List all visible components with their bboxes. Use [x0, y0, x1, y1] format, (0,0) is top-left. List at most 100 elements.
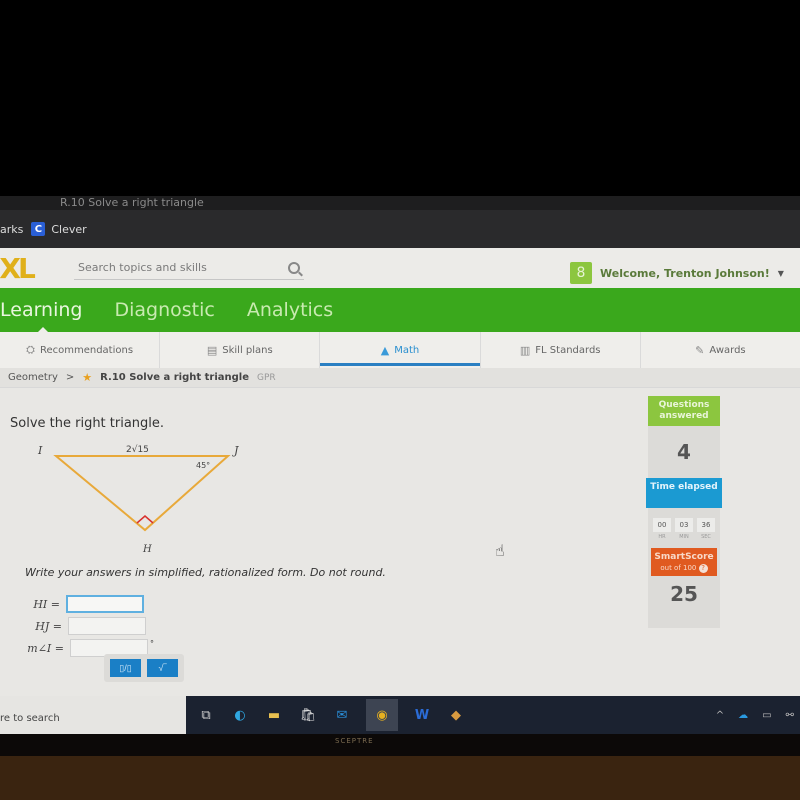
timer: 00 03 36 [648, 518, 720, 532]
answer-label: HJ = [35, 619, 62, 633]
subnav-label: Skill plans [222, 344, 273, 356]
questions-answered-count: 4 [677, 440, 691, 464]
fraction-button[interactable]: ▯/▯ [110, 659, 141, 677]
timer-seconds: 36 [697, 518, 715, 532]
system-tray: ^ ☁ ▭ ⚯ [716, 710, 800, 721]
bookmark-clever[interactable]: C Clever [31, 222, 87, 236]
ixl-page: IXL 8 Welcome, Trenton Johnson! ▼ Learni… [0, 248, 800, 696]
package-icon[interactable]: ◆ [446, 705, 466, 725]
tab-diagnostic[interactable]: Diagnostic [115, 299, 215, 321]
right-angle-marker [136, 515, 154, 524]
subnav-label: FL Standards [535, 344, 601, 356]
ixl-logo[interactable]: IXL [0, 252, 36, 285]
math-keypad: ▯/▯ √‾ [104, 654, 184, 682]
bookmarks-bar: arks C Clever [0, 210, 800, 248]
monitor-bezel [0, 734, 800, 756]
clever-icon: C [31, 222, 46, 236]
vertex-i-label: I [37, 444, 43, 457]
windows-taskbar: re to search ⧉ ◐ ▬ 🛍 ✉ ◉ W ◆ ^ ☁ ▭ ⚯ [0, 696, 800, 734]
subnav-math[interactable]: ▲ Math [320, 332, 481, 368]
triangle-diagram: I J H 2√15 45° [37, 444, 239, 555]
chrome-icon[interactable]: ◉ [366, 699, 398, 731]
question-area: Solve the right triangle. I J H 2√15 45°… [0, 388, 640, 696]
subnav-skill-plans[interactable]: ▤ Skill plans [160, 332, 321, 368]
subnav-recommendations[interactable]: ⛭ Recommendations [0, 332, 161, 368]
breadcrumb-skill: R.10 Solve a right triangle [100, 372, 250, 383]
user-icon: 8 [570, 262, 592, 284]
search-input[interactable] [78, 261, 268, 274]
vertex-h-label: H [142, 544, 152, 555]
vertex-j-label: J [232, 444, 239, 457]
photo-of-monitor: R.10 Solve a right triangle arks C Cleve… [0, 0, 800, 800]
smartscore-value: 25 [670, 582, 698, 606]
timer-minutes: 03 [675, 518, 693, 532]
smartscore-label: SmartScore [654, 552, 714, 562]
subnav-label: Math [394, 344, 420, 356]
store-icon[interactable]: 🛍 [298, 705, 318, 725]
network-icon[interactable]: ⚯ [786, 710, 794, 721]
hj-input[interactable] [68, 617, 146, 635]
user-menu[interactable]: 8 Welcome, Trenton Johnson! ▼ [570, 262, 784, 284]
answer-row-hj: HJ = [20, 617, 146, 635]
file-explorer-icon[interactable]: ▬ [264, 705, 284, 725]
star-icon: ★ [82, 371, 93, 384]
standards-clipboard-icon: ▥ [519, 343, 531, 357]
timer-units: HR MIN SEC [648, 534, 720, 540]
task-view-icon[interactable]: ⧉ [196, 705, 216, 725]
sub-nav: ⛭ Recommendations ▤ Skill plans ▲ Math ▥… [0, 332, 800, 368]
answer-label: HI = [33, 597, 60, 611]
logo-xl: XL [0, 252, 36, 285]
awards-icon: ✎ [695, 343, 705, 357]
subnav-label: Awards [709, 344, 746, 356]
main-nav: Learning Diagnostic Analytics [0, 288, 800, 335]
tab-analytics[interactable]: Analytics [247, 299, 333, 321]
breadcrumb: Geometry > ★ R.10 Solve a right triangle… [0, 368, 800, 388]
browser-tab-title[interactable]: R.10 Solve a right triangle [60, 196, 204, 209]
welcome-text: Welcome, Trenton Johnson! [600, 266, 770, 280]
word-icon[interactable]: W [412, 705, 432, 725]
search-icon[interactable] [288, 261, 300, 274]
tab-learning[interactable]: Learning [0, 299, 83, 335]
skill-plans-icon: ▤ [206, 343, 218, 357]
battery-icon[interactable]: ▭ [762, 710, 771, 721]
degree-symbol: ° [150, 638, 154, 648]
questions-answered-header: Questions answered [648, 396, 720, 426]
bookmark-label: arks [0, 222, 24, 236]
chevron-down-icon: ▼ [777, 268, 784, 278]
breadcrumb-separator: > [65, 372, 75, 383]
search-bar [74, 256, 304, 280]
angle-j-label: 45° [196, 461, 210, 470]
taskbar-search-text: re to search [0, 713, 60, 724]
site-header: IXL 8 Welcome, Trenton Johnson! ▼ [0, 248, 800, 288]
edge-icon[interactable]: ◐ [230, 705, 250, 725]
smartscore-sublabel: out of 100 ? [651, 563, 717, 574]
answer-label: m∠I = [27, 641, 64, 655]
answer-row-hi: HI = [18, 595, 144, 613]
chevron-up-icon[interactable]: ^ [716, 710, 724, 721]
unit-sec: SEC [701, 534, 711, 540]
hi-input[interactable] [66, 595, 144, 613]
unit-min: MIN [679, 534, 689, 540]
math-pyramid-icon: ▲ [380, 343, 390, 357]
unit-hr: HR [658, 534, 666, 540]
info-icon[interactable]: ? [698, 564, 708, 573]
breadcrumb-subject[interactable]: Geometry [8, 372, 58, 383]
hypotenuse-label: 2√15 [126, 444, 149, 455]
time-elapsed-header: Time elapsed [646, 478, 722, 508]
bookmark-label: Clever [51, 222, 87, 236]
sqrt-button[interactable]: √‾ [147, 659, 178, 677]
mail-icon[interactable]: ✉ [332, 705, 352, 725]
smartscore-header: SmartScore out of 100 ? [651, 548, 717, 576]
onedrive-icon[interactable]: ☁ [738, 710, 748, 721]
question-prompt: Solve the right triangle. [10, 416, 165, 431]
bookmark-item[interactable]: arks [0, 223, 23, 236]
stats-sidebar: Questions answered 4 Time elapsed 00 03 … [646, 396, 722, 628]
subnav-fl-standards[interactable]: ▥ FL Standards [481, 332, 641, 368]
desk-background [0, 756, 800, 800]
skill-code: GPR [257, 372, 276, 383]
subnav-awards[interactable]: ✎ Awards [641, 332, 800, 368]
taskbar-search[interactable]: re to search [0, 696, 186, 734]
recommendations-icon: ⛭ [26, 343, 35, 356]
timer-hours: 00 [653, 518, 671, 532]
browser-tab-strip: R.10 Solve a right triangle [0, 196, 800, 210]
